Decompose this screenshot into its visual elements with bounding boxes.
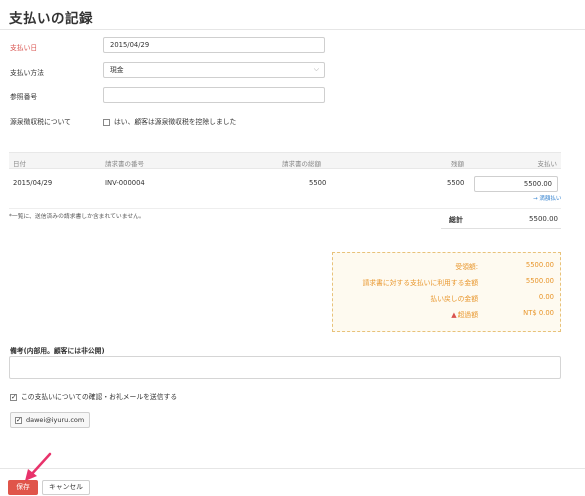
summary-row-received: 受領額: 5500.00	[333, 261, 562, 271]
payment-amount-input[interactable]: 5500.00	[474, 176, 558, 192]
payment-date-input[interactable]: 2015/04/29	[103, 37, 325, 53]
warning-icon: ▲	[451, 311, 457, 319]
payment-date-label: 支払い日	[10, 44, 38, 52]
col-balance-header: 残額	[451, 160, 464, 168]
full-amount-link[interactable]: → 満額払い	[533, 194, 561, 202]
footer-divider	[0, 468, 585, 469]
email-recipient-chip[interactable]: dawei@iyuru.com	[10, 412, 90, 428]
col-date-header: 日付	[13, 160, 26, 168]
summary-received-label: 受領額:	[455, 263, 478, 271]
col-payment-header: 支払い	[537, 160, 558, 168]
pointer-arrow-icon	[25, 452, 52, 481]
col-invoice-header: 請求書の番号	[105, 160, 144, 168]
recipient-checkbox[interactable]	[15, 416, 22, 425]
summary-applied-value: 5500.00	[525, 277, 554, 285]
summary-excess-label-wrap: ▲超過額	[451, 309, 478, 319]
header-divider	[0, 29, 585, 30]
payment-method-value: 現金	[110, 66, 124, 74]
send-email-checkbox[interactable]	[10, 393, 17, 401]
recipient-email: dawei@iyuru.com	[26, 416, 85, 424]
summary-row-applied: 請求書に対する支払いに利用する金額 5500.00	[333, 277, 562, 287]
save-button[interactable]: 保存	[8, 480, 38, 495]
payment-method-select[interactable]: 現金 ⌵	[103, 62, 325, 78]
invoice-table-header: 日付 請求書の番号 請求書の総額 残額 支払い	[9, 152, 561, 169]
send-email-checkbox-row[interactable]: この支払いについての確認・お礼メールを送信する	[10, 391, 177, 401]
payment-method-label: 支払い方法	[10, 69, 44, 77]
table-footnote: *一覧に、送信済みの請求書しか含まれていません。	[9, 214, 145, 220]
row-invoice-amount: 5500	[309, 179, 327, 187]
reference-number-input[interactable]	[103, 87, 325, 103]
col-amount-header: 請求書の総額	[282, 160, 321, 168]
chevron-down-icon: ⌵	[313, 65, 319, 73]
summary-refund-label: 払い戻しの金額	[430, 295, 478, 303]
tax-checkbox[interactable]	[103, 118, 110, 126]
total-label: 総計	[449, 216, 463, 224]
row-date: 2015/04/29	[13, 179, 53, 187]
summary-excess-value: NT$ 0.00	[523, 309, 554, 317]
summary-row-refund: 払い戻しの金額 0.00	[333, 293, 562, 303]
tax-label: 源泉徴収税について	[10, 118, 71, 126]
page-title: 支払いの記録	[9, 11, 93, 27]
summary-excess-label: 超過額	[457, 311, 478, 319]
tax-checkbox-label: はい、顧客は源泉徴収税を控除しました	[114, 118, 237, 126]
remarks-textarea[interactable]	[9, 356, 561, 379]
table-divider	[9, 208, 561, 209]
summary-applied-label: 請求書に対する支払いに利用する金額	[362, 279, 478, 287]
tax-checkbox-row[interactable]: はい、顧客は源泉徴収税を控除しました	[103, 116, 236, 126]
row-invoice-number[interactable]: INV-000004	[105, 179, 145, 187]
summary-received-value: 5500.00	[525, 261, 554, 269]
total-value: 5500.00	[529, 215, 558, 223]
send-email-label: この支払いについての確認・お礼メールを送信する	[21, 393, 178, 401]
reference-number-label: 参照番号	[10, 93, 38, 101]
payment-summary-box: 受領額: 5500.00 請求書に対する支払いに利用する金額 5500.00 払…	[332, 252, 561, 332]
total-divider	[441, 228, 561, 229]
row-balance: 5500	[447, 179, 465, 187]
summary-refund-value: 0.00	[538, 293, 554, 301]
cancel-button[interactable]: キャンセル	[42, 480, 90, 495]
summary-row-excess: ▲超過額 NT$ 0.00	[333, 309, 562, 319]
remarks-label: 備考(内部用。顧客には非公開)	[10, 347, 105, 355]
